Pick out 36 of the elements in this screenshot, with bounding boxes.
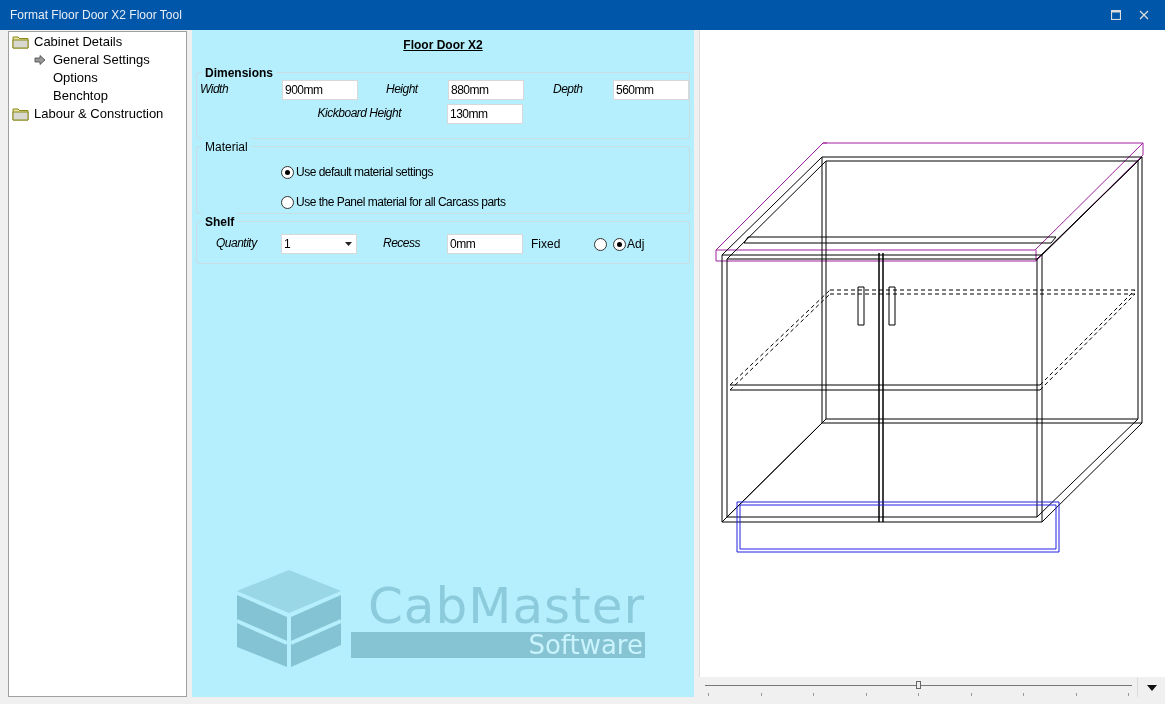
folder-icon [12,35,30,49]
radio-button[interactable] [613,237,626,251]
dropdown-arrow-icon[interactable] [1147,685,1157,691]
folder-icon [12,107,30,121]
option-label: Fixed [531,236,562,253]
radio-button[interactable] [281,195,294,209]
input-field[interactable]: 880mm [448,80,524,100]
option-label: Use default material settings [296,164,433,181]
option-label: Adj [627,236,645,253]
tree-item[interactable]: Options [53,68,98,88]
zoom-slider[interactable] [705,680,1132,696]
tree-item[interactable]: Cabinet Details [34,32,123,52]
form-title: Floor Door X2 [403,37,483,54]
tree-item[interactable]: General Settings [53,50,150,70]
maximize-icon[interactable] [1111,10,1121,20]
tree-item[interactable]: Benchtop [53,86,108,106]
tree-item[interactable]: Labour & Construction [34,104,164,124]
input-field[interactable]: 130mm [447,104,523,124]
close-icon[interactable] [1139,10,1149,20]
field-label: Height [385,81,420,98]
window-title: Format Floor Door X2 Floor Tool [10,7,183,24]
field-label: Quantity [215,235,259,252]
input-field[interactable]: 0mm [447,234,523,254]
field-label: Depth [552,81,584,98]
input-field[interactable]: 900mm [282,80,358,100]
caret-icon [345,242,352,246]
quantity-dropdown[interactable]: 1 [281,234,357,254]
logo-tagline: Software [351,632,645,658]
input-field[interactable]: 560mm [613,80,689,100]
radio-button[interactable] [594,237,607,251]
field-label: Recess [382,235,421,252]
slider-thumb[interactable] [915,681,921,689]
radio-button[interactable] [281,165,294,179]
field-label: Kickboard Height [316,105,403,122]
option-label: Use the Panel material for all Carcass parts [296,194,506,211]
field-label: Width [200,81,230,98]
